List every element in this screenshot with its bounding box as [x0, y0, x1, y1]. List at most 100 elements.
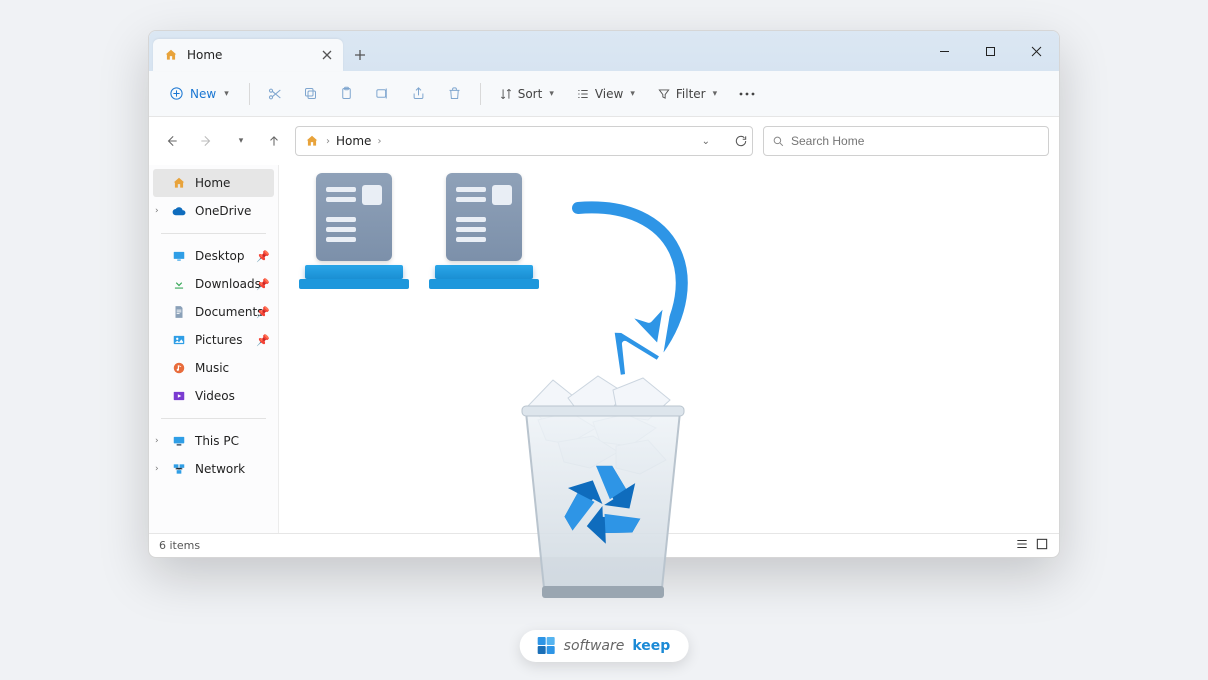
- plus-circle-icon: [169, 86, 184, 101]
- scissors-icon: [267, 86, 283, 102]
- sidebar-item-onedrive[interactable]: › OneDrive: [149, 197, 278, 225]
- sort-label: Sort: [518, 87, 543, 101]
- pin-icon: 📌: [256, 334, 270, 347]
- document-icon: [171, 304, 187, 320]
- copy-button[interactable]: [296, 79, 326, 109]
- icon-base: [435, 265, 533, 279]
- filter-label: Filter: [676, 87, 706, 101]
- new-tab-button[interactable]: [343, 39, 377, 71]
- sidebar-item-thispc[interactable]: › This PC: [149, 427, 278, 455]
- brand-text-1: software: [564, 638, 625, 654]
- sort-icon: [499, 87, 513, 101]
- sidebar-item-videos[interactable]: Videos: [149, 382, 278, 410]
- chevron-right-icon[interactable]: ›: [155, 464, 159, 474]
- toolbar: New ▾ Sort ▾ View ▾ Filter ▾: [149, 71, 1059, 117]
- copy-icon: [303, 86, 318, 101]
- status-bar: 6 items: [149, 533, 1059, 557]
- pin-icon: 📌: [256, 278, 270, 291]
- arrow-up-icon: [267, 134, 281, 148]
- delete-button[interactable]: [440, 79, 470, 109]
- explorer-window: Home New ▾ Sort ▾: [148, 30, 1060, 558]
- breadcrumb-home[interactable]: Home: [336, 134, 371, 148]
- content-area[interactable]: [279, 165, 1059, 533]
- search-icon: [772, 135, 785, 148]
- sidebar-item-network[interactable]: › Network: [149, 455, 278, 483]
- icon-base: [305, 265, 403, 279]
- chevron-down-icon: ▾: [239, 136, 244, 146]
- brand-badge: software keep: [520, 630, 689, 662]
- icon-base: [429, 279, 539, 289]
- desktop-icon: [171, 248, 187, 264]
- view-label: View: [595, 87, 623, 101]
- sidebar-item-label: OneDrive: [195, 204, 251, 218]
- chevron-right-icon: ›: [377, 136, 381, 147]
- cloud-icon: [171, 203, 187, 219]
- search-box[interactable]: [763, 126, 1049, 156]
- address-bar-row: ▾ › Home › ⌄: [149, 117, 1059, 165]
- tab-home[interactable]: Home: [153, 39, 343, 71]
- brand-logo-icon: [538, 637, 556, 655]
- body: Home › OneDrive Desktop 📌 Downloads 📌 Do…: [149, 165, 1059, 533]
- breadcrumb[interactable]: › Home › ⌄: [295, 126, 753, 156]
- sidebar-item-downloads[interactable]: Downloads 📌: [149, 270, 278, 298]
- chevron-down-icon[interactable]: ⌄: [702, 136, 710, 147]
- filter-button[interactable]: Filter ▾: [649, 82, 725, 106]
- minimize-button[interactable]: [921, 31, 967, 71]
- sidebar-item-pictures[interactable]: Pictures 📌: [149, 326, 278, 354]
- cut-button[interactable]: [260, 79, 290, 109]
- separator: [480, 83, 481, 105]
- pictures-icon: [171, 332, 187, 348]
- filter-icon: [657, 87, 671, 101]
- paste-button[interactable]: [332, 79, 362, 109]
- sidebar-item-label: Downloads: [195, 277, 261, 291]
- document-large-icon: [446, 173, 522, 261]
- sidebar-item-label: This PC: [195, 434, 239, 448]
- home-icon: [171, 175, 187, 191]
- chevron-down-icon: ▾: [713, 89, 718, 99]
- icons-view-button[interactable]: [1035, 537, 1049, 554]
- recent-button[interactable]: ▾: [227, 128, 253, 154]
- back-button[interactable]: [159, 128, 185, 154]
- up-button[interactable]: [261, 128, 287, 154]
- close-window-button[interactable]: [1013, 31, 1059, 71]
- sidebar-item-home[interactable]: Home: [153, 169, 274, 197]
- share-button[interactable]: [404, 79, 434, 109]
- pin-icon: 📌: [256, 250, 270, 263]
- home-icon: [163, 47, 179, 63]
- chevron-right-icon[interactable]: ›: [155, 206, 159, 216]
- file-item[interactable]: [299, 173, 409, 291]
- maximize-button[interactable]: [967, 31, 1013, 71]
- share-icon: [411, 86, 426, 101]
- sidebar-item-documents[interactable]: Documents 📌: [149, 298, 278, 326]
- file-item[interactable]: [429, 173, 539, 291]
- sort-button[interactable]: Sort ▾: [491, 82, 562, 106]
- sidebar-item-desktop[interactable]: Desktop 📌: [149, 242, 278, 270]
- chevron-right-icon: ›: [326, 136, 330, 147]
- chevron-right-icon[interactable]: ›: [155, 436, 159, 446]
- tab-label: Home: [187, 48, 222, 62]
- sidebar: Home › OneDrive Desktop 📌 Downloads 📌 Do…: [149, 165, 279, 533]
- clipboard-icon: [339, 86, 354, 101]
- trash-icon: [447, 86, 462, 101]
- sidebar-item-music[interactable]: Music: [149, 354, 278, 382]
- download-icon: [171, 276, 187, 292]
- sidebar-item-label: Desktop: [195, 249, 245, 263]
- refresh-button[interactable]: [727, 127, 755, 155]
- chevron-down-icon: ▾: [224, 89, 229, 99]
- close-tab-button[interactable]: [319, 47, 335, 63]
- brand-text-2: keep: [632, 638, 670, 654]
- window-controls: [921, 31, 1059, 71]
- new-button[interactable]: New ▾: [159, 81, 239, 106]
- rename-button[interactable]: [368, 79, 398, 109]
- search-input[interactable]: [791, 134, 1040, 148]
- divider: [161, 418, 266, 419]
- chevron-down-icon: ▾: [549, 89, 554, 99]
- sidebar-item-label: Pictures: [195, 333, 243, 347]
- details-view-button[interactable]: [1015, 537, 1029, 554]
- refresh-icon: [734, 134, 748, 148]
- sidebar-item-label: Documents: [195, 305, 263, 319]
- more-button[interactable]: [731, 87, 763, 101]
- chevron-down-icon: ▾: [630, 89, 635, 99]
- view-button[interactable]: View ▾: [568, 82, 643, 106]
- forward-button[interactable]: [193, 128, 219, 154]
